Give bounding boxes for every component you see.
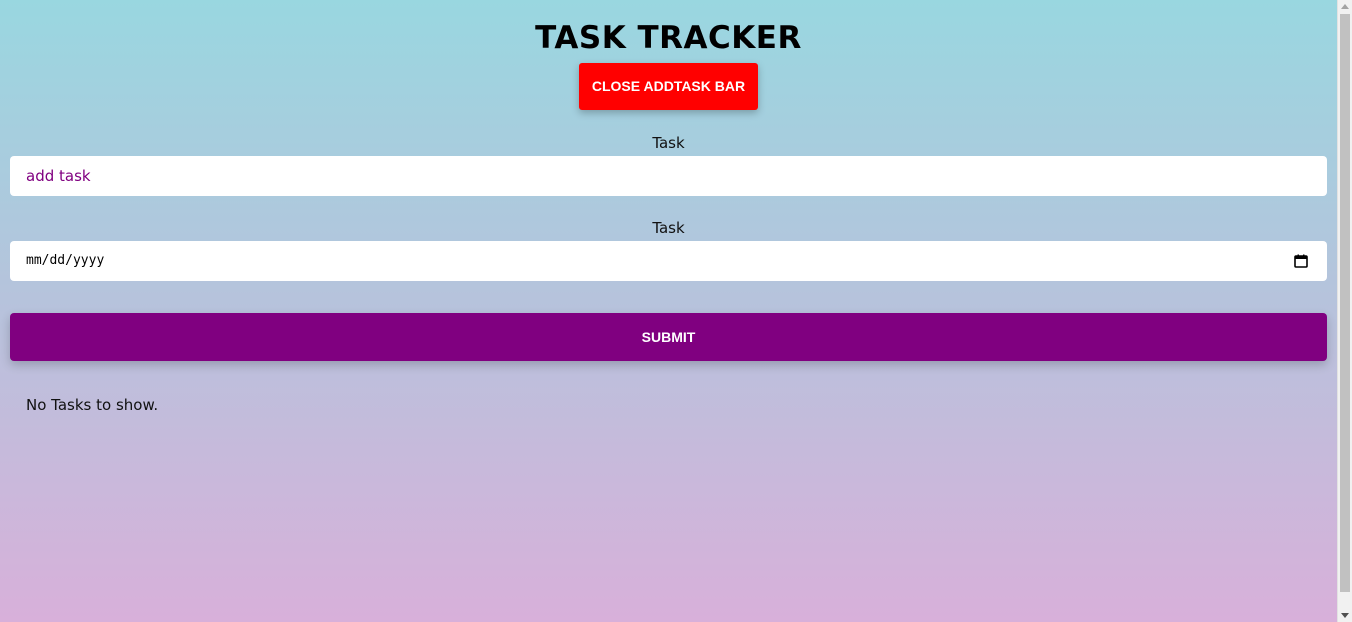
scroll-up-icon[interactable] bbox=[1341, 4, 1349, 9]
scroll-down-icon[interactable] bbox=[1341, 613, 1349, 618]
calendar-icon[interactable] bbox=[1294, 254, 1308, 268]
date-placeholder: mm/dd/yyyy bbox=[26, 253, 105, 268]
submit-button[interactable]: SUBMIT bbox=[10, 313, 1327, 361]
task-tracker-page: TASK TRACKER CLOSE ADDTASK BAR Task Task… bbox=[0, 0, 1337, 622]
page-title: TASK TRACKER bbox=[535, 20, 802, 56]
empty-tasks-message: No Tasks to show. bbox=[26, 396, 159, 414]
date-label: Task bbox=[652, 219, 685, 237]
task-input[interactable] bbox=[10, 156, 1327, 196]
date-input[interactable]: mm/dd/yyyy bbox=[10, 241, 1327, 281]
close-addtask-bar-button[interactable]: CLOSE ADDTASK BAR bbox=[579, 63, 758, 110]
vertical-scrollbar[interactable] bbox=[1337, 0, 1352, 622]
task-label: Task bbox=[652, 134, 685, 152]
scrollbar-thumb[interactable] bbox=[1340, 14, 1350, 592]
